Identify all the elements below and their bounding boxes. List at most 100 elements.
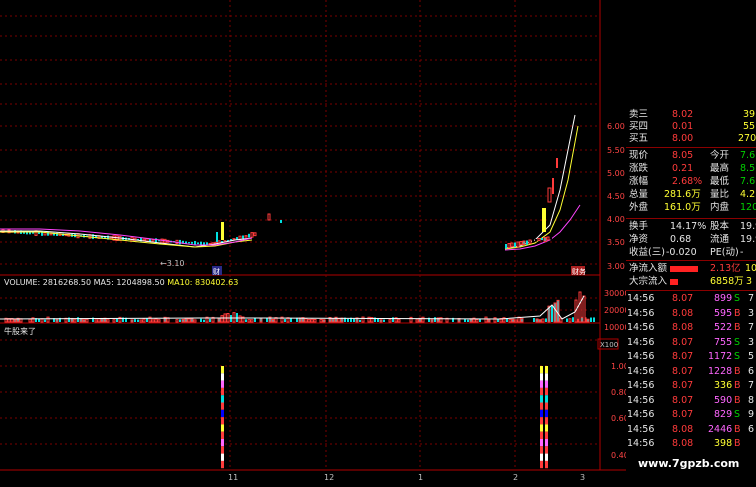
volume-bar xyxy=(259,317,263,323)
event-marker-right-label: 财务 xyxy=(572,267,586,276)
candle xyxy=(244,235,248,238)
quote-row: 收益(三) -0.020 PE(动) - xyxy=(629,247,744,258)
volume-bar xyxy=(538,319,542,323)
quote-divider xyxy=(626,290,756,291)
signal-segment xyxy=(545,446,548,454)
candle xyxy=(532,239,534,242)
volume-bar xyxy=(193,319,197,323)
volume-bar xyxy=(142,318,146,323)
quote-divider xyxy=(626,260,756,261)
signal-segment xyxy=(545,453,548,461)
signal-segment xyxy=(540,460,543,469)
buy5-row[interactable]: 买五 8.00 270 xyxy=(626,133,756,145)
indicator-tick: 0.40 xyxy=(611,451,626,460)
signal-segment xyxy=(545,395,548,403)
candle xyxy=(547,187,552,203)
volume-bar xyxy=(520,318,524,323)
signal-segment xyxy=(540,366,543,374)
price-tick: 4.00 xyxy=(607,215,625,224)
indicator-axis: 1.00 0.80 0.60 0.40 xyxy=(611,362,626,460)
signal-segment xyxy=(540,431,543,439)
signal-segment xyxy=(540,453,543,461)
volume-bar xyxy=(524,317,526,322)
signal-segment xyxy=(221,460,224,469)
volume-bar xyxy=(232,312,236,323)
buy4-row[interactable]: 买四 0.01 55 xyxy=(626,121,756,133)
volume-bar xyxy=(112,319,116,323)
indicator-title: 牛股来了 xyxy=(4,327,36,336)
volume-bar xyxy=(331,317,335,323)
tick-row: 14:56 8.07 755 S 3 xyxy=(627,336,755,348)
netflow-row: 净流入额 2.13亿 10 xyxy=(629,263,756,274)
signal-segment xyxy=(545,402,548,410)
volume-bar xyxy=(190,318,194,323)
signal-segment xyxy=(221,366,224,374)
volume-bar xyxy=(449,319,451,322)
tick-row: 14:56 8.07 1228 B 6 xyxy=(627,365,755,377)
date-tick: 2 xyxy=(513,473,518,482)
volume-bar xyxy=(545,318,547,322)
indicator-tick: 0.60 xyxy=(611,414,626,423)
volume-bar xyxy=(397,319,401,323)
candle xyxy=(537,238,541,242)
volume-bar xyxy=(13,319,17,323)
volume-bar xyxy=(484,316,488,323)
volume-bar xyxy=(313,318,317,323)
candle xyxy=(542,208,546,232)
netflow-bar xyxy=(670,266,698,272)
volume-bar xyxy=(197,318,199,322)
signal-segment xyxy=(221,453,224,461)
volume-bar xyxy=(337,318,341,323)
volume-bar xyxy=(553,302,557,323)
volume-bar xyxy=(89,318,91,322)
signal-segment xyxy=(545,366,548,374)
indicator-signal-bars xyxy=(221,366,548,469)
volume-bar xyxy=(187,318,191,323)
volume-bar xyxy=(568,318,572,323)
volume-bar xyxy=(263,319,265,322)
signal-segment xyxy=(545,373,548,381)
volume-bar xyxy=(415,319,419,323)
volume-bar xyxy=(527,317,529,322)
volume-bar xyxy=(383,319,385,322)
sell3-row[interactable]: 卖三 8.02 39 xyxy=(626,109,756,121)
volume-bar xyxy=(493,317,497,323)
volume-bar xyxy=(209,318,211,322)
signal-segment xyxy=(540,417,543,425)
candle xyxy=(526,240,528,245)
volume-bar xyxy=(181,318,185,323)
kline-chart-area[interactable]: ←3.10 财 财务 6.00 5.50 5.00 4.50 4.00 3.50… xyxy=(0,0,626,487)
signal-segment xyxy=(221,439,224,447)
candle xyxy=(216,232,218,242)
tick-row: 14:56 8.07 1172 S 5 xyxy=(627,351,755,362)
volume-bar xyxy=(97,318,101,323)
volume-bar xyxy=(230,315,232,322)
candle xyxy=(535,239,537,242)
signal-segment xyxy=(540,402,543,410)
candle xyxy=(221,222,224,240)
signal-segment xyxy=(545,460,548,469)
signal-segment xyxy=(221,446,224,454)
volume-bar xyxy=(62,318,64,322)
signal-segment xyxy=(545,424,548,432)
candle xyxy=(528,239,532,244)
volume-bar xyxy=(293,318,295,322)
candle xyxy=(556,158,558,168)
volume-bar xyxy=(200,318,202,322)
price-axis: 6.00 5.50 5.00 4.50 4.00 3.50 3.00 xyxy=(607,122,625,271)
bigflow-bar xyxy=(670,279,678,285)
tick-row: 14:56 8.07 336 B 7 xyxy=(627,380,755,391)
volume-bar xyxy=(77,317,79,322)
candle xyxy=(514,242,516,247)
volume-bar xyxy=(250,319,254,323)
candle xyxy=(507,243,511,249)
volume-bar xyxy=(28,318,32,323)
signal-segment xyxy=(221,424,224,432)
volume-bar xyxy=(508,318,512,323)
signal-segment xyxy=(540,424,543,432)
volume-bar xyxy=(38,318,40,322)
volume-bar xyxy=(110,318,112,322)
volume-bar xyxy=(310,318,314,323)
volume-bar xyxy=(85,318,89,323)
price-tick: 5.00 xyxy=(607,169,625,178)
